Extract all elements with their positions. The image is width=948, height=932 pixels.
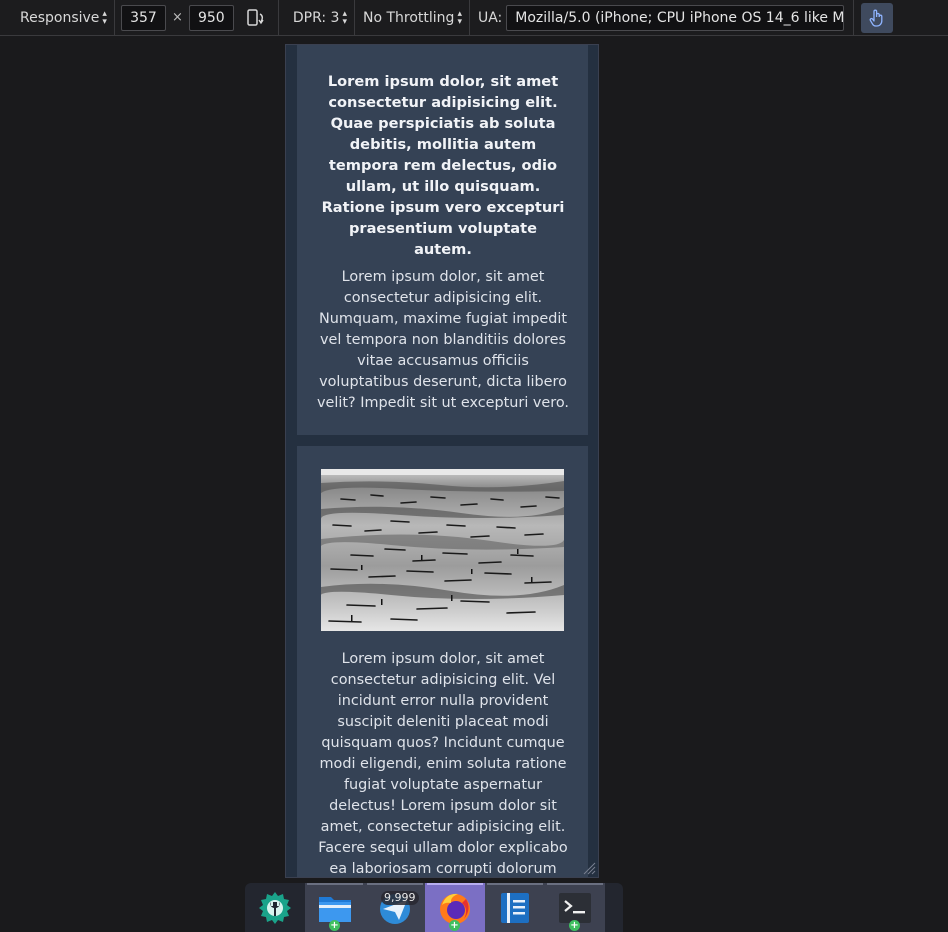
dpr-select[interactable]: DPR: 3 ▴ ▾ xyxy=(279,0,354,36)
boats-photo xyxy=(321,469,564,631)
plus-badge-icon: + xyxy=(449,920,460,931)
plus-badge-icon: + xyxy=(329,920,340,931)
select-caret-icon: ▴ ▾ xyxy=(342,8,347,27)
content-card: Lorem ipsum dolor, sit amet consectetur … xyxy=(297,45,588,435)
responsive-toolbar: Responsive ▴ ▾ 357 × 950 DPR: 3 ▴ ▾ No Thr… xyxy=(0,0,948,36)
rotate-device-icon[interactable] xyxy=(246,8,266,28)
text-editor-icon xyxy=(501,892,529,923)
throttling-select[interactable]: No Throttling ▴ ▾ xyxy=(355,0,469,36)
taskbar-item-terminal[interactable]: + xyxy=(545,883,605,932)
taskbar-item-firefox[interactable]: + xyxy=(425,883,485,932)
paragraph: Lorem ipsum dolor, sit amet consectetur … xyxy=(318,651,568,877)
select-caret-icon: ▴ ▾ xyxy=(102,8,107,27)
device-viewport[interactable]: Lorem ipsum dolor, sit amet consectetur … xyxy=(285,44,599,878)
user-agent-input[interactable]: Mozilla/5.0 (iPhone; CPU iPhone OS 14_6 … xyxy=(506,4,845,31)
viewport-resize-handle[interactable] xyxy=(582,861,596,875)
bold-paragraph: Lorem ipsum dolor, sit amet consectetur … xyxy=(321,73,565,258)
plus-badge-icon: + xyxy=(569,920,580,931)
paragraph: Lorem ipsum dolor, sit amet consectetur … xyxy=(317,269,569,411)
unread-count-badge: 9,999 xyxy=(381,891,419,905)
viewport-width-input[interactable]: 357 xyxy=(120,4,166,31)
running-indicator xyxy=(487,883,543,885)
taskbar: + 9,999 + + xyxy=(245,883,623,932)
settings-wrench-icon xyxy=(259,891,291,924)
taskbar-item-settings[interactable] xyxy=(245,883,305,932)
taskbar-item-editor[interactable] xyxy=(485,883,545,932)
dimension-separator: × xyxy=(171,10,183,25)
device-mode-label: Responsive xyxy=(20,9,100,26)
user-agent-label: UA: xyxy=(477,9,503,26)
toolbar-divider xyxy=(853,0,855,36)
running-indicator xyxy=(547,883,603,885)
viewport-height-input[interactable]: 950 xyxy=(188,4,234,31)
touch-simulation-icon xyxy=(869,9,883,27)
running-indicator xyxy=(307,883,363,885)
throttling-label: No Throttling xyxy=(362,9,455,26)
device-mode-select[interactable]: Responsive ▴ ▾ xyxy=(0,0,114,36)
taskbar-item-files[interactable]: + xyxy=(305,883,365,932)
toolbar-divider xyxy=(468,0,470,36)
running-indicator xyxy=(367,883,423,885)
toolbar-divider xyxy=(113,0,115,36)
running-indicator xyxy=(427,883,483,885)
taskbar-item-mail[interactable]: 9,999 xyxy=(365,883,425,932)
content-card: Lorem ipsum dolor, sit amet consectetur … xyxy=(297,446,588,877)
touch-simulation-button[interactable] xyxy=(861,2,894,33)
dpr-label: DPR: 3 xyxy=(292,9,340,26)
select-caret-icon: ▴ ▾ xyxy=(457,8,462,27)
